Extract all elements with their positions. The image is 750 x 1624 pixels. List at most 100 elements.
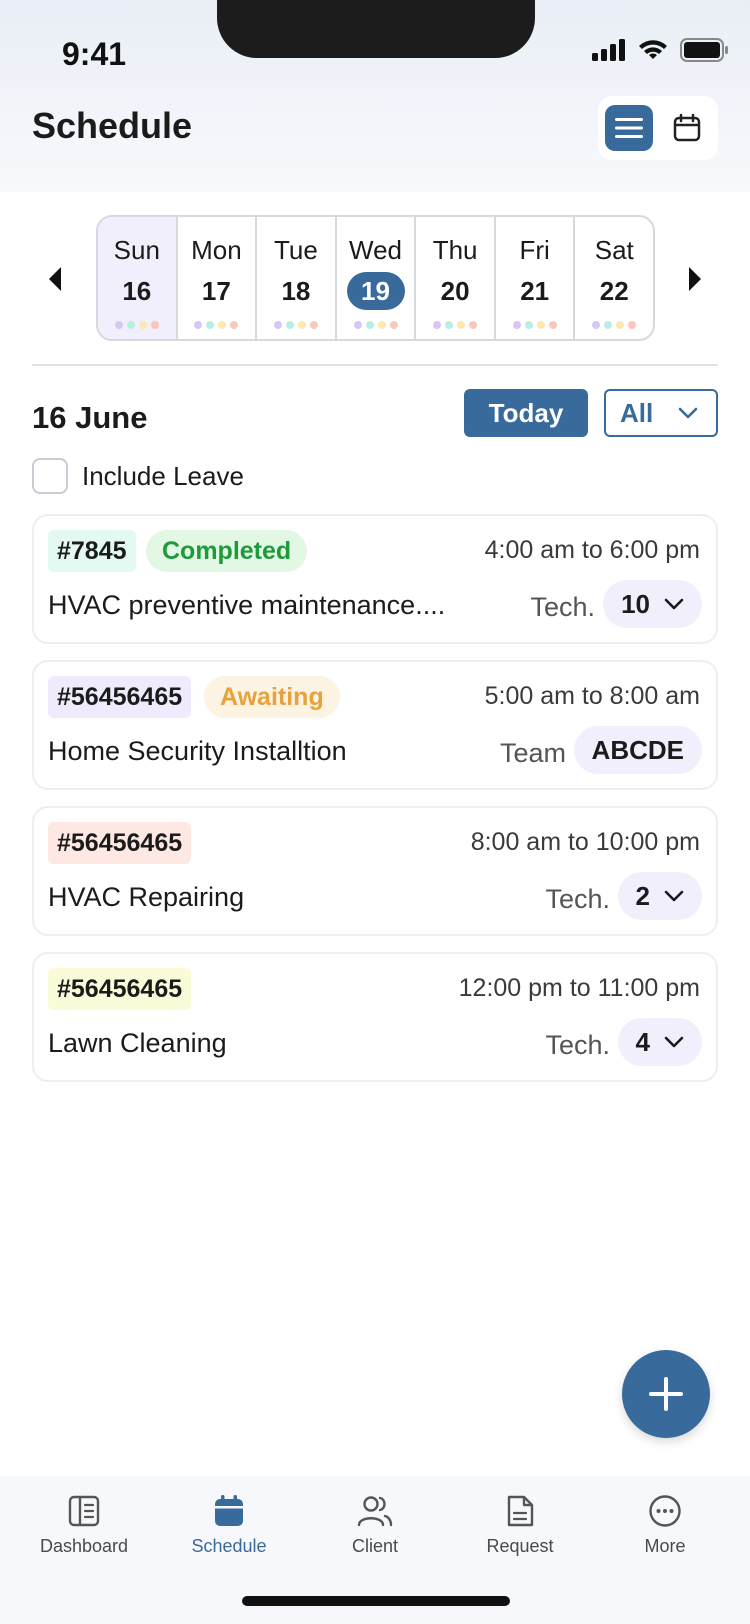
event-dot: [138, 321, 147, 329]
event-dot: [297, 321, 306, 329]
job-time: 5:00 am to 8:00 am: [484, 682, 700, 710]
event-dot: [230, 321, 239, 329]
technician-count-dropdown[interactable]: 4: [617, 1018, 702, 1066]
tab-label: More: [644, 1536, 686, 1556]
day-name: Sun: [113, 235, 160, 265]
device-notch: [217, 0, 535, 58]
job-time: 8:00 am to 10:00 pm: [470, 828, 700, 856]
job-card[interactable]: #56456465 8:00 am to 10:00 pm HVAC Repairi…: [32, 806, 718, 936]
event-dot: [218, 321, 227, 329]
wifi-icon: [639, 40, 667, 59]
status-icons: [592, 38, 728, 62]
filter-select[interactable]: All: [604, 389, 718, 437]
event-dot: [548, 321, 557, 329]
include-leave-row: Include Leave: [32, 458, 244, 494]
previous-week-button[interactable]: [42, 263, 68, 295]
event-dot: [114, 321, 123, 329]
day-cell[interactable]: Tue 18: [257, 217, 337, 339]
tab-dashboard[interactable]: Dashboard: [9, 1494, 159, 1557]
calendar-view-button[interactable]: [663, 105, 711, 151]
tab-label: Client: [351, 1536, 399, 1556]
event-dot: [377, 321, 386, 329]
event-dot: [457, 321, 466, 329]
event-dot: [512, 321, 521, 329]
calendar-icon: [673, 113, 701, 142]
next-week-button[interactable]: [682, 263, 708, 295]
event-dots: [433, 321, 478, 329]
event-dot: [433, 321, 442, 329]
job-time: 4:00 am to 6:00 pm: [484, 536, 700, 564]
assign-label: Tech.: [530, 592, 595, 622]
day-number: 18: [281, 276, 311, 306]
assign-value: 4: [635, 1026, 650, 1057]
event-dot: [604, 321, 613, 329]
job-title: HVAC Repairing: [48, 882, 245, 912]
tab-schedule[interactable]: Schedule: [154, 1494, 304, 1557]
chevron-down-icon: [678, 407, 698, 419]
day-number: 22: [599, 276, 629, 306]
event-dot: [469, 321, 478, 329]
caret-left-icon: [49, 267, 61, 291]
day-name: Sat: [594, 235, 634, 265]
assign-value: 10: [621, 588, 650, 619]
signal-icon: [592, 39, 625, 61]
include-leave-checkbox[interactable]: [32, 458, 68, 494]
day-cell[interactable]: Sat 22: [575, 217, 653, 339]
assign-label: Team: [499, 738, 566, 768]
tab-client[interactable]: Client: [300, 1494, 450, 1557]
filter-value: All: [620, 397, 654, 428]
event-dot: [273, 321, 282, 329]
day-cell[interactable]: Wed 19: [337, 217, 417, 339]
job-card[interactable]: #56456465 12:00 pm to 11:00 pm Lawn Cleani…: [32, 952, 718, 1082]
day-cell[interactable]: Thu 20: [416, 217, 496, 339]
day-cell[interactable]: Mon 17: [178, 217, 258, 339]
day-name: Fri: [519, 235, 550, 265]
event-dot: [309, 321, 318, 329]
event-dot: [592, 321, 601, 329]
list-icon: [615, 118, 643, 138]
event-dot: [524, 321, 533, 329]
day-cell[interactable]: Fri 21: [496, 217, 576, 339]
event-dot: [628, 321, 637, 329]
week-strip: Sun 16 Mon 17 Tue 18 Wed 19 Thu 20 Fri 21 Sat 22: [32, 215, 718, 341]
plus-icon: [649, 1377, 683, 1411]
add-button[interactable]: [622, 1350, 710, 1438]
tab-more[interactable]: More: [590, 1494, 740, 1557]
job-card[interactable]: #56456465 Awaiting 5:00 am to 8:00 am Home …: [32, 660, 718, 790]
job-time: 12:00 pm to 11:00 pm: [458, 974, 700, 1002]
date-heading: 16 June: [32, 400, 148, 435]
assign-value: ABCDE: [591, 734, 684, 765]
job-card[interactable]: #7845 Completed 4:00 am to 6:00 pm HVAC pre…: [32, 514, 718, 644]
technician-count-dropdown[interactable]: 10: [603, 580, 702, 628]
job-id-badge: #56456465: [48, 822, 192, 864]
job-title: HVAC preventive maintenance....: [48, 590, 446, 620]
status-time: 9:41: [62, 36, 127, 72]
job-id-badge: #56456465: [48, 676, 192, 718]
list-view-button[interactable]: [605, 105, 653, 151]
divider: [32, 364, 718, 366]
today-button[interactable]: Today: [464, 389, 588, 437]
event-dot: [206, 321, 215, 329]
day-number: 21: [520, 276, 550, 306]
day-name: Thu: [432, 235, 478, 265]
day-cell[interactable]: Sun 16: [98, 217, 178, 339]
status-badge: Completed: [146, 530, 308, 572]
day-number: 17: [201, 276, 231, 306]
event-dots: [273, 321, 318, 329]
event-dot: [150, 321, 159, 329]
include-leave-label: Include Leave: [82, 460, 244, 491]
tab-label: Schedule: [191, 1536, 267, 1556]
view-toggle: [598, 96, 718, 160]
technician-count-dropdown[interactable]: 2: [617, 872, 702, 920]
event-dot: [536, 321, 545, 329]
tab-label: Dashboard: [39, 1536, 129, 1556]
event-dot: [616, 321, 625, 329]
page-title: Schedule: [32, 105, 193, 146]
day-name: Tue: [274, 235, 318, 265]
assign-label: Tech.: [545, 884, 610, 914]
tab-request[interactable]: Request: [445, 1494, 595, 1557]
day-name: Wed: [349, 235, 403, 265]
event-dots: [592, 321, 637, 329]
status-badge: Awaiting: [204, 676, 340, 718]
calendar-icon: [215, 1495, 243, 1526]
